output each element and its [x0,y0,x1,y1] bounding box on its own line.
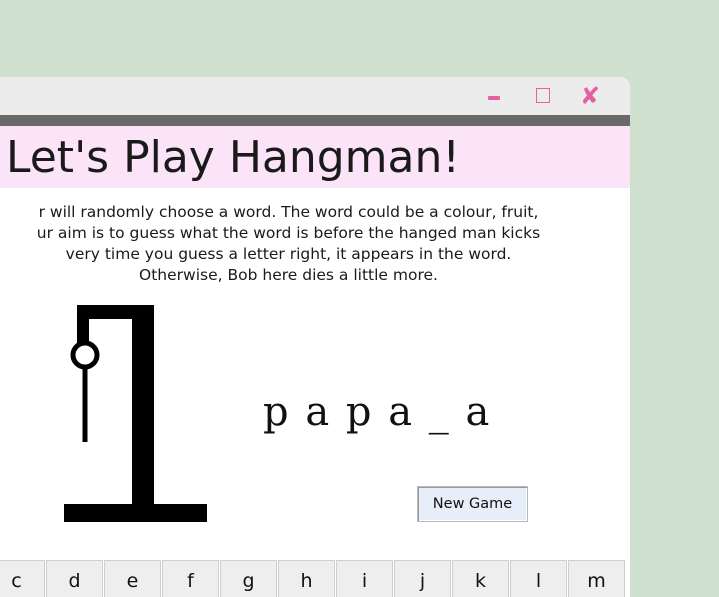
hangman-head [70,340,100,370]
app-window: ✘ Let's Play Hangman! r will randomly ch… [0,77,630,597]
letter-button[interactable]: e [104,560,161,597]
gallows-post [132,305,154,515]
word-display: p a p a _ a [263,389,492,435]
letter-button[interactable]: j [394,560,451,597]
instructions-line: very time you guess a letter right, it a… [65,245,512,263]
letter-button[interactable]: i [336,560,393,597]
new-game-button[interactable]: New Game [417,486,528,522]
close-button[interactable]: ✘ [578,82,602,110]
letter-keyboard: c d e f g h i j k l m [0,560,626,597]
letter-button[interactable]: c [0,560,45,597]
maximize-icon [536,88,550,103]
letter-button[interactable]: m [568,560,625,597]
gallows-drawing [64,305,207,522]
instructions-text: r will randomly choose a word. The word … [0,202,597,286]
header: Let's Play Hangman! [0,126,630,188]
page-title: Let's Play Hangman! [6,132,461,183]
minimize-icon [488,96,500,100]
close-icon: ✘ [579,82,601,110]
letter-button[interactable]: k [452,560,509,597]
letter-button[interactable]: l [510,560,567,597]
instructions-line: ur aim is to guess what the word is befo… [36,224,541,242]
letter-button[interactable]: f [162,560,219,597]
instructions-line: Otherwise, Bob here dies a little more. [139,266,438,284]
letter-button[interactable]: g [220,560,277,597]
letter-button[interactable]: h [278,560,335,597]
title-bar: ✘ [0,77,630,115]
minimize-button[interactable] [486,85,502,107]
instructions-line: r will randomly choose a word. The word … [38,203,539,221]
maximize-button[interactable] [535,85,551,107]
divider-bar [0,115,630,126]
letter-button[interactable]: d [46,560,103,597]
gallows-rope [77,305,89,345]
